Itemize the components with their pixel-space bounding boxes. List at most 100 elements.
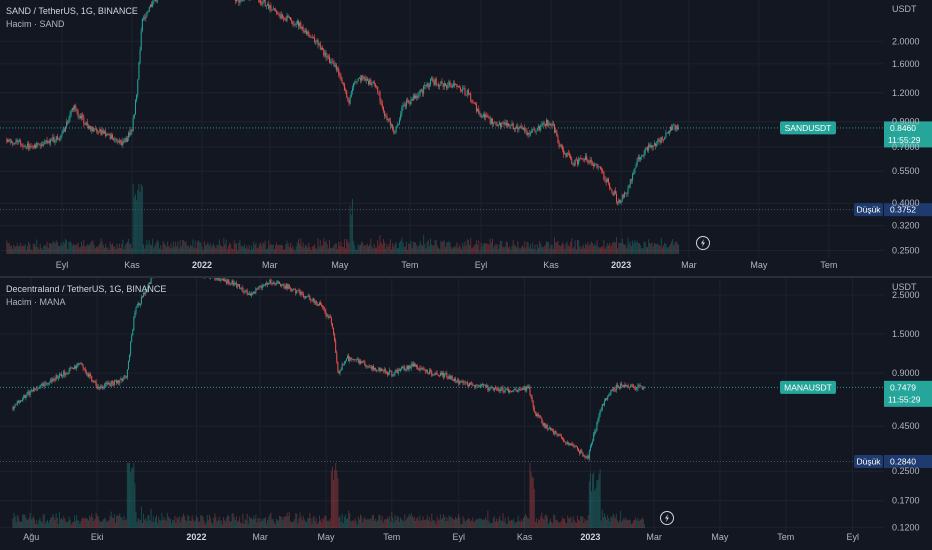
mana-volume-bar (413, 516, 415, 528)
mana-volume-bar (499, 515, 501, 528)
sand-legend-volume[interactable]: Hacim · SAND (6, 19, 65, 29)
mana-candle-body (389, 370, 391, 373)
mana-candle-body (560, 435, 562, 438)
mana-candles (12, 278, 645, 462)
mana-candle-body (534, 412, 536, 415)
sand-chart[interactable]: SANDUSDT 0.846011:55:29Düşük 0.3752USDT2.0… (0, 0, 932, 278)
mana-candle-body (446, 373, 448, 377)
sand-volume-bar (62, 241, 64, 254)
mana-volume-bar (452, 518, 454, 528)
mana-volume-bar (222, 517, 224, 528)
mana-candle-body (122, 378, 124, 382)
mana-volume-bar (363, 518, 365, 528)
sand-candle-body (548, 123, 550, 126)
mana-volume-bar (583, 522, 585, 528)
sand-volume-bar (671, 241, 673, 254)
sand-volume-bar (496, 244, 498, 254)
sand-candle-body (266, 4, 268, 6)
sand-volume-bar (314, 244, 316, 254)
sand-volume-bar (283, 250, 285, 254)
mana-volume-bar (541, 512, 543, 528)
mana-candle-body (382, 370, 384, 372)
sand-candle-body (60, 135, 62, 140)
mana-volume-bar (198, 522, 200, 528)
sand-candle-body (371, 83, 373, 86)
mana-volume-bar (236, 521, 238, 528)
mana-volume-bar (170, 518, 172, 528)
sand-candle-body (146, 12, 148, 17)
mana-candle-body (595, 430, 597, 432)
mana-volume-bar (286, 512, 288, 528)
mana-volume-bar (353, 521, 355, 528)
mana-candle-body (219, 279, 221, 281)
mana-legend-title[interactable]: Decentraland / TetherUS, 1G, BINANCE (6, 284, 166, 294)
sand-volume-bar (471, 247, 473, 254)
sand-volume-bar (299, 244, 301, 254)
sand-volume-bar (449, 242, 451, 254)
mana-candle-body (421, 367, 423, 369)
sand-volume-bar (39, 243, 41, 254)
mana-volume-bar (75, 521, 77, 528)
sand-volume-bar (655, 243, 657, 254)
sand-volume-bar (79, 247, 81, 254)
sand-ytick-label: 1.6000 (892, 59, 920, 69)
sand-candle-body (69, 113, 71, 120)
sand-candle-body (392, 124, 394, 130)
mana-candle-body (221, 278, 223, 280)
sand-volume-bar (597, 246, 599, 254)
mana-volume-bar (375, 518, 377, 528)
mana-candle-body (454, 378, 456, 381)
sand-volume-bar (69, 241, 71, 254)
mana-candle-body (499, 389, 501, 392)
mana-candle-body (438, 375, 440, 377)
sand-volume-bar (333, 244, 335, 254)
mana-candle-body (639, 385, 641, 387)
sand-candle-body (641, 155, 643, 158)
sand-candle-body (609, 182, 611, 189)
sand-candle-body (333, 62, 335, 67)
mana-date-label: Tem (383, 532, 400, 542)
mana-candle-body (215, 278, 217, 280)
mana-candle-body (256, 288, 258, 290)
sand-candle-body (529, 132, 531, 135)
mana-volume-bar (145, 517, 147, 528)
sand-legend-title[interactable]: SAND / TetherUS, 1G, BINANCE (6, 6, 138, 16)
mana-candle-body (553, 430, 555, 434)
sand-candle-body (464, 87, 466, 95)
sand-volume-bar (465, 245, 467, 254)
mana-candle-body (67, 373, 69, 374)
mana-candle-body (354, 359, 356, 361)
mana-candle-body (38, 387, 40, 389)
mana-candle-body (564, 441, 566, 442)
mana-date-label: Kas (517, 532, 533, 542)
sand-volume-bar (503, 247, 505, 254)
sand-volume-bar (241, 245, 243, 254)
sand-candle-body (293, 23, 295, 25)
mana-candle-body (84, 368, 86, 373)
sand-volume-bar (43, 246, 45, 254)
mana-volume-bar (88, 520, 90, 528)
mana-volume-bar (626, 519, 628, 528)
lightning-icon[interactable] (696, 236, 710, 250)
mana-candle-body (317, 304, 319, 306)
sand-candle-body (656, 144, 658, 147)
sand-candle-body (470, 93, 472, 100)
mana-candle-body (543, 423, 545, 426)
mana-candle-body (72, 367, 74, 369)
sand-volume-bar (14, 246, 16, 254)
mana-legend-volume[interactable]: Hacim · MANA (6, 297, 66, 307)
mana-volume-bar (312, 517, 314, 528)
sand-candle-body (327, 56, 329, 58)
mana-candle-body (566, 442, 568, 443)
lightning-icon[interactable] (660, 511, 674, 525)
mana-chart[interactable]: MANAUSDT 0.747911:55:29Düşük 0.2840USDT2.5… (0, 278, 932, 550)
sand-candle-body (31, 146, 33, 147)
sand-candle-body (316, 40, 318, 42)
sand-volume-bar (576, 239, 578, 254)
mana-chart-pane[interactable]: MANAUSDT 0.7479 11:55:29 Düşük 0.2840 USDT 2.5… (0, 278, 932, 550)
sand-volume-bar (124, 245, 126, 254)
mana-volume-bar (92, 517, 94, 528)
mana-candle-body (255, 288, 257, 294)
sand-chart-pane[interactable]: SANDUSDT 0.8460 11:55:29 Düşük 0.3752 USDT 2.0… (0, 0, 932, 278)
mana-candle-body (124, 375, 126, 377)
